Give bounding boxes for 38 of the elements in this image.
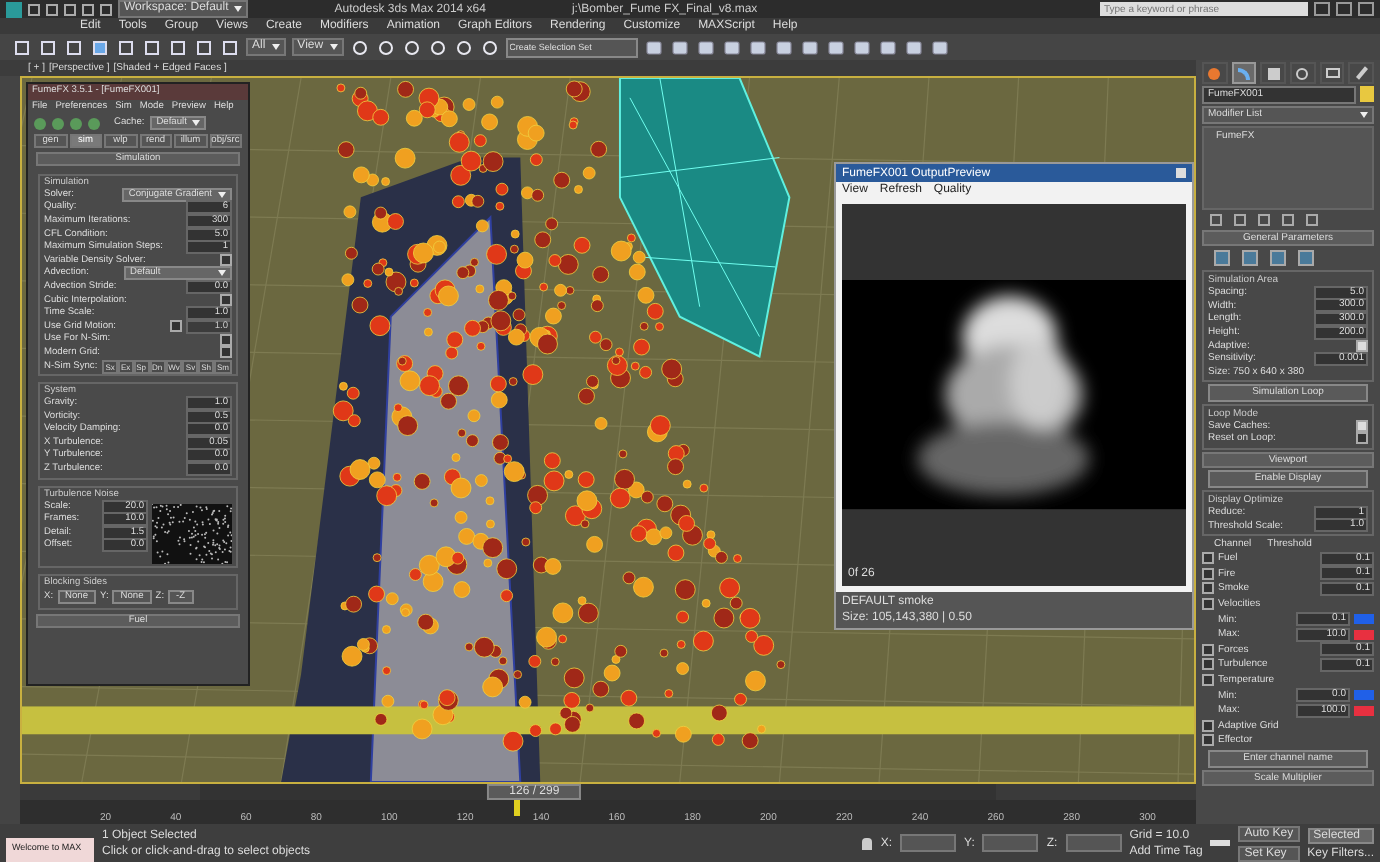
color-swatch[interactable] xyxy=(1354,629,1374,640)
caret-icon xyxy=(329,44,338,50)
app-logo-icon[interactable] xyxy=(6,1,22,17)
checkbox[interactable] xyxy=(220,254,232,267)
checkbox[interactable] xyxy=(1202,643,1214,656)
noise-preview-drawing xyxy=(152,503,232,564)
color-swatch[interactable] xyxy=(1354,614,1374,625)
caret-icon xyxy=(1360,112,1368,118)
coordinate-field[interactable] xyxy=(900,834,957,852)
checkbox[interactable] xyxy=(1202,719,1214,732)
lock-icon[interactable] xyxy=(862,837,873,849)
caret-icon xyxy=(234,6,243,12)
key-icon[interactable] xyxy=(1210,840,1231,846)
coordinate-field[interactable] xyxy=(982,834,1039,852)
checkbox[interactable] xyxy=(170,320,182,333)
checkbox[interactable] xyxy=(1202,552,1214,565)
motion-tab[interactable] xyxy=(1290,62,1316,84)
modify-tab[interactable] xyxy=(1231,62,1257,84)
object-color-swatch[interactable] xyxy=(1360,86,1374,102)
checkbox[interactable] xyxy=(1202,567,1214,580)
checkbox[interactable] xyxy=(1202,673,1214,686)
display-tab[interactable] xyxy=(1319,62,1345,84)
checkbox[interactable] xyxy=(1202,598,1214,611)
caret-icon xyxy=(271,44,280,50)
checkbox[interactable] xyxy=(1356,432,1368,445)
hierarchy-tab[interactable] xyxy=(1260,62,1287,84)
checkbox[interactable] xyxy=(1356,419,1368,432)
create-tab[interactable] xyxy=(1202,62,1228,84)
checkbox[interactable] xyxy=(220,346,232,359)
coordinate-field[interactable] xyxy=(1065,834,1122,852)
checkbox[interactable] xyxy=(1202,658,1214,671)
color-swatch[interactable] xyxy=(1354,705,1374,716)
checkbox[interactable] xyxy=(1202,734,1214,747)
checkbox[interactable] xyxy=(220,294,232,307)
utilities-tab[interactable] xyxy=(1348,62,1375,84)
checkbox[interactable] xyxy=(1202,582,1214,595)
color-swatch[interactable] xyxy=(1354,690,1374,701)
caret-icon xyxy=(192,120,201,126)
